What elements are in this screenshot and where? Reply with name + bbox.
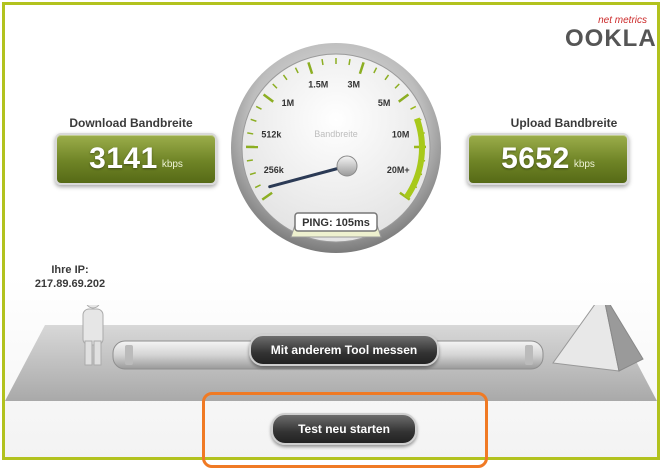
tube-ring-left xyxy=(125,345,133,365)
ip-label: Ihre IP: xyxy=(51,264,89,276)
download-value-box: 3141 kbps xyxy=(55,133,217,185)
tube-ring-right xyxy=(525,345,533,365)
gauge-tick xyxy=(321,58,324,66)
ip-info: Ihre IP: 217.89.69.202 xyxy=(25,263,115,291)
upload-unit: kbps xyxy=(573,158,595,170)
ip-address: 217.89.69.202 xyxy=(34,278,106,290)
gauge-tick-label: 1.5M xyxy=(308,79,328,89)
gauge-tick-label: 20M+ xyxy=(387,165,410,175)
upload-value: 5652 xyxy=(501,142,570,175)
gauge-knob xyxy=(336,155,358,177)
gauge-tick xyxy=(246,159,253,162)
gauge-tick-label: 10M xyxy=(392,129,410,139)
gauge-tick-label: 512k xyxy=(261,129,282,139)
other-tool-button[interactable]: Mit anderem Tool messen xyxy=(249,334,439,366)
upload-label: Upload Bandbreite xyxy=(510,116,618,130)
logo-brand: OOKLA xyxy=(565,25,657,52)
download-value: 3141 xyxy=(89,142,158,175)
gauge-tick-label: 1M xyxy=(282,98,295,108)
ping-text: PING: 105ms xyxy=(302,217,370,229)
upload-value-box: 5652 kbps xyxy=(467,133,629,185)
highlight-box xyxy=(202,392,488,468)
download-unit: kbps xyxy=(161,158,183,170)
ookla-logo: net metrics OOKLA xyxy=(565,15,656,53)
speed-gauge: 256k 512k 1M 1.5M 3M 5M 10M 20M+ Bandbreite PIN… xyxy=(231,43,441,253)
gauge-title: Bandbreite xyxy=(314,129,358,139)
gauge-tick xyxy=(247,132,254,135)
gauge-tick-label: 5M xyxy=(378,98,391,108)
gauge-tick-label: 256k xyxy=(264,165,285,175)
download-label: Download Bandbreite xyxy=(69,116,193,130)
gauge-tick-label: 3M xyxy=(348,79,361,89)
gauge-tick xyxy=(348,58,351,66)
